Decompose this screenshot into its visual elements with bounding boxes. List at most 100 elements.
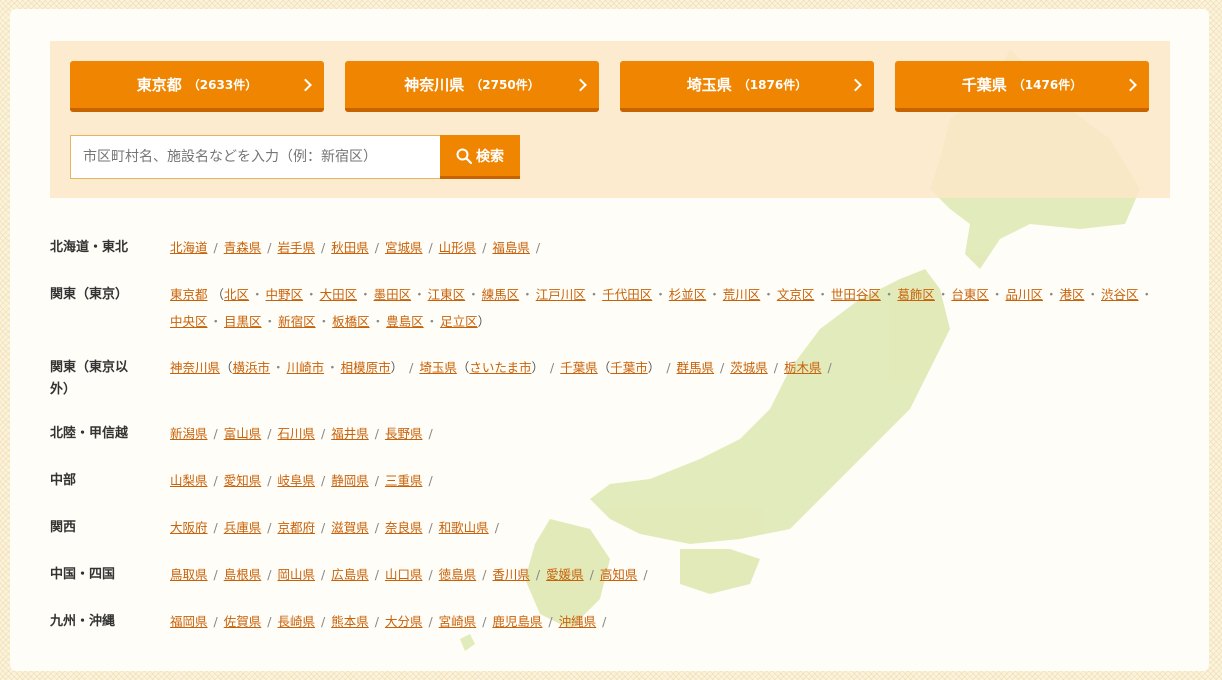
prefecture-link[interactable]: 沖縄県 [559,614,597,629]
prefecture-link[interactable]: 滋賀県 [331,520,369,535]
prefecture-link[interactable]: 埼玉県 [419,360,457,375]
separator: / [827,360,832,375]
prefecture-link[interactable]: 山口県 [385,567,423,582]
prefecture-link[interactable]: 青森県 [224,240,262,255]
region-links: 新潟県 / 富山県 / 石川県 / 福井県 / 長野県 / [170,420,1160,447]
prefecture-link[interactable]: 和歌山県 [439,520,489,535]
prefecture-link[interactable]: 鳥取県 [170,567,208,582]
prefecture-link[interactable]: 広島県 [331,567,369,582]
chiba-button[interactable]: 千葉県 （1476件） [895,61,1149,112]
prefecture-link[interactable]: 中野区 [266,287,304,302]
prefecture-link[interactable]: 千葉県 [560,360,598,375]
prefecture-link[interactable]: 岡山県 [277,567,315,582]
prefecture-link[interactable]: 目黒区 [224,314,262,329]
prefecture-link[interactable]: 奈良県 [385,520,423,535]
prefecture-link[interactable]: 足立区 [440,314,478,329]
prefecture-link[interactable]: 宮城県 [385,240,423,255]
prefecture-link[interactable]: さいたま市 [469,360,531,375]
prefecture-link[interactable]: 世田谷区 [831,287,881,302]
prefecture-link[interactable]: 福島県 [492,240,530,255]
prefecture-link[interactable]: 徳島県 [439,567,477,582]
dot-separator: ・ [467,287,480,302]
prefecture-link[interactable]: 静岡県 [331,473,369,488]
separator: / [320,567,326,582]
prefecture-link[interactable]: 練馬区 [482,287,520,302]
prefecture-link[interactable]: 栃木県 [784,360,822,375]
dot-separator: ・ [1044,287,1058,302]
prefecture-link[interactable]: 佐賀県 [224,614,262,629]
tokyo-button[interactable]: 東京都 （2633件） [70,61,324,112]
prefecture-link[interactable]: 杉並区 [669,287,707,302]
prefecture-link[interactable]: 福井県 [331,426,369,441]
separator: / [374,473,379,488]
dot-separator: ・ [587,287,601,302]
prefecture-link[interactable]: 岐阜県 [277,473,315,488]
prefecture-link[interactable]: 江東区 [428,287,466,302]
prefecture-link[interactable]: 群馬県 [677,360,715,375]
prefecture-link[interactable]: 台東区 [951,287,989,302]
prefecture-link[interactable]: 大分県 [385,614,423,629]
prefecture-link[interactable]: 品川区 [1005,287,1043,302]
prefecture-link[interactable]: 大田区 [320,287,358,302]
prefecture-link[interactable]: 荒川区 [723,287,761,302]
prefecture-link[interactable]: 千葉市 [610,360,648,375]
separator: / [213,567,218,582]
prefecture-link[interactable]: 千代田区 [602,287,652,302]
prefecture-link[interactable]: 岩手県 [277,240,315,255]
prefecture-link[interactable]: 兵庫県 [224,520,262,535]
prefecture-link[interactable]: 豊島区 [386,314,424,329]
prefecture-link[interactable]: 福岡県 [170,614,208,629]
prefecture-link[interactable]: 山形県 [439,240,477,255]
prefecture-link[interactable]: 東京都 [170,287,208,302]
prefecture-link[interactable]: 中央区 [170,314,208,329]
dot-separator: ・ [317,314,331,329]
prefecture-link[interactable]: 港区 [1059,287,1084,302]
prefecture-link[interactable]: 島根県 [224,567,262,582]
prefecture-link[interactable]: 愛知県 [224,473,262,488]
prefecture-link[interactable]: 北区 [224,287,249,302]
prefecture-link[interactable]: 富山県 [224,426,262,441]
bracket-text: ） [531,360,545,375]
dot-separator: ・ [359,287,372,302]
separator: / [428,520,433,535]
prefecture-link[interactable]: 愛媛県 [546,567,584,582]
prefecture-link[interactable]: 新潟県 [170,426,208,441]
prefecture-link[interactable]: 鹿児島県 [492,614,542,629]
prefecture-link[interactable]: 宮崎県 [439,614,477,629]
kanagawa-button[interactable]: 神奈川県 （2750件） [345,61,599,112]
prefecture-link[interactable]: 山梨県 [170,473,208,488]
bracket-text: ） [647,360,661,375]
prefecture-link[interactable]: 江戸川区 [536,287,586,302]
prefecture-link[interactable]: 文京区 [777,287,815,302]
prefecture-link[interactable]: 石川県 [277,426,315,441]
prefecture-link[interactable]: 葛飾区 [897,287,935,302]
prefecture-link[interactable]: 秋田県 [331,240,369,255]
prefecture-link[interactable]: 墨田区 [374,287,412,302]
prefecture-link[interactable]: 三重県 [385,473,423,488]
prefecture-link[interactable]: 熊本県 [331,614,369,629]
prefecture-link[interactable]: 相模原市 [341,360,391,375]
prefecture-link[interactable]: 大阪府 [170,520,208,535]
prefecture-link[interactable]: 川崎市 [287,360,325,375]
search-input[interactable] [70,135,440,179]
prefecture-link[interactable]: 横浜市 [233,360,271,375]
chevron-right-icon [574,78,587,91]
prefecture-link[interactable]: 板橋区 [332,314,370,329]
prefecture-link[interactable]: 北海道 [170,240,208,255]
prefecture-link[interactable]: 新宿区 [278,314,316,329]
prefecture-link[interactable]: 茨城県 [730,360,768,375]
prefecture-link[interactable]: 長崎県 [277,614,315,629]
prefecture-link[interactable]: 神奈川県 [170,360,220,375]
separator: / [320,240,326,255]
separator: / [482,240,487,255]
prefecture-link[interactable]: 京都府 [277,520,315,535]
separator: / [428,240,433,255]
chevron-right-icon [299,78,312,91]
prefecture-link[interactable]: 長野県 [385,426,423,441]
saitama-button[interactable]: 埼玉県 （1876件） [620,61,874,112]
prefecture-link[interactable]: 高知県 [600,567,638,582]
prefecture-link[interactable]: 香川県 [492,567,530,582]
prefecture-link[interactable]: 渋谷区 [1101,287,1139,302]
search-button[interactable]: 検索 [440,135,520,179]
separator: / [320,426,326,441]
